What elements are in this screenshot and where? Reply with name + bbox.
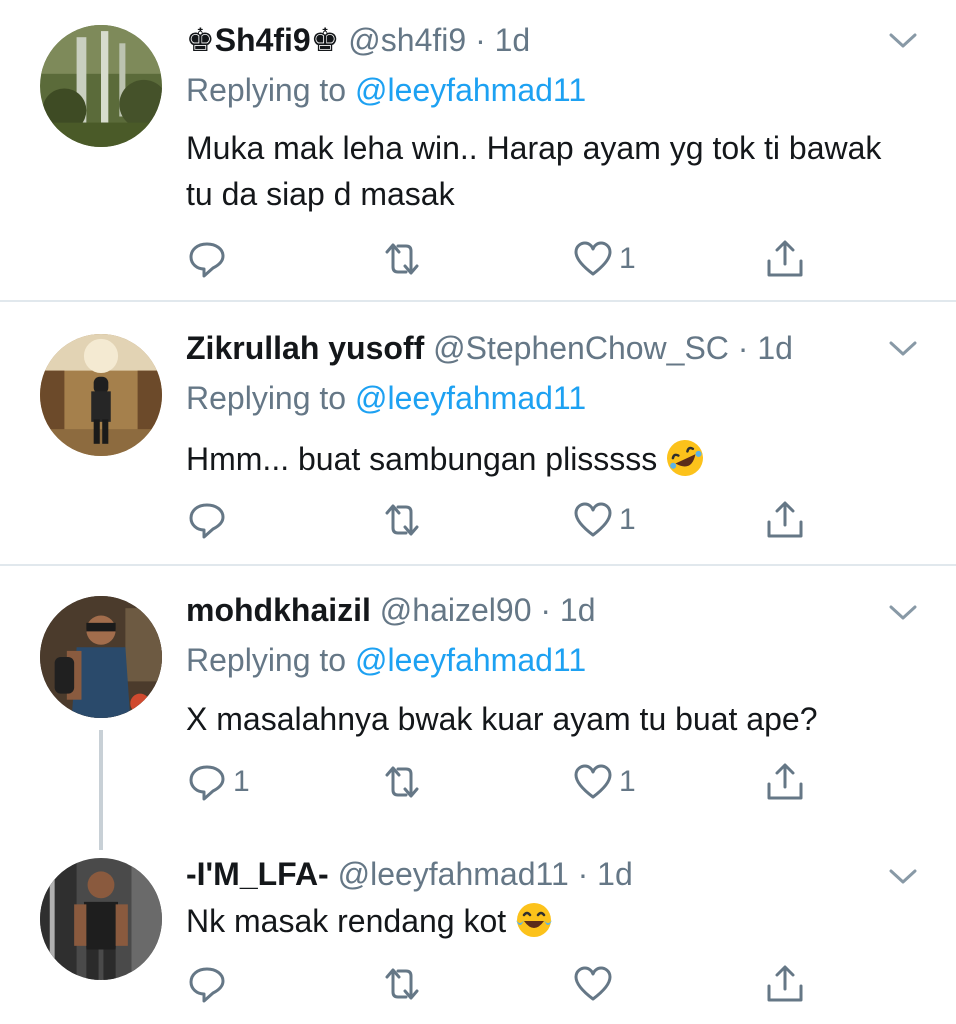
tweet-text: Muka mak leha win.. Harap ayam yg tok ti… [186,130,882,212]
separator-dot: · [540,592,552,628]
mention-link[interactable]: @leeyfahmad11 [355,380,586,416]
avatar[interactable] [40,25,162,147]
share-icon [767,501,803,538]
retweet-button[interactable] [382,237,428,281]
display-name[interactable]: -I'M_LFA- [186,856,329,892]
display-name[interactable]: mohdkhaizil [186,592,371,628]
reply-icon [189,765,225,801]
timestamp[interactable]: 1d [560,592,596,628]
display-name[interactable]: ♚Sh4fi9♚ [186,22,339,58]
tweet-text: X masalahnya bwak kuar ayam tu buat ape? [186,701,818,737]
share-icon [767,763,803,800]
avatar[interactable] [40,334,162,456]
share-icon [767,965,803,1002]
tweet[interactable]: mohdkhaizil @haizel90 · 1d Replying to @… [0,566,956,850]
reply-button[interactable] [187,498,233,542]
like-count: 1 [619,765,636,798]
reply-button[interactable] [187,962,233,1006]
like-count: 1 [619,242,636,275]
tweet-text-content: Nk masak rendang kot [186,903,507,939]
mention-link[interactable]: @leeyfahmad11 [355,642,586,678]
timestamp[interactable]: 1d [757,330,793,366]
retweet-icon [385,968,419,1000]
like-button[interactable]: 1 [573,498,636,542]
tweet[interactable]: -I'M_LFA- @leeyfahmad11 · 1d Nk masak re… [0,836,956,1024]
like-button[interactable]: 1 [573,760,636,804]
retweet-icon [385,766,419,798]
chevron-down-icon[interactable] [888,30,918,50]
reply-icon [189,967,225,1003]
replying-to-label: Replying to [186,642,347,678]
replying-to-label: Replying to [186,72,347,108]
reply-icon [189,503,225,539]
replying-to-label: Replying to [186,380,347,416]
heart-icon [574,502,612,537]
tweet-header: Zikrullah yusoff @StephenChow_SC · 1d [186,328,793,368]
retweet-button[interactable] [382,962,428,1006]
replying-to: Replying to @leeyfahmad11 [186,378,586,418]
heart-icon [574,241,612,276]
avatar[interactable] [40,858,162,980]
retweet-button[interactable] [382,498,428,542]
share-button[interactable] [765,760,805,804]
avatar[interactable] [40,596,162,718]
heart-icon [574,764,612,799]
like-count: 1 [619,503,636,536]
user-handle[interactable]: @sh4fi9 [348,22,466,58]
share-icon [767,240,803,277]
user-handle[interactable]: @StephenChow_SC [433,330,729,366]
chevron-down-icon[interactable] [888,866,918,886]
tweet-text: Hmm... buat sambungan plisssss [186,436,906,482]
tweet-text-content: Hmm... buat sambungan plisssss [186,441,658,477]
thread-connector [99,730,103,850]
tweet-header: mohdkhaizil @haizel90 · 1d [186,590,596,630]
like-button[interactable] [573,962,619,1006]
retweet-button[interactable] [382,760,428,804]
share-button[interactable] [765,237,805,281]
tears-of-joy-emoji-icon [516,903,553,937]
timestamp[interactable]: 1d [495,22,531,58]
display-name[interactable]: Zikrullah yusoff [186,330,424,366]
separator-dot: · [577,856,589,892]
retweet-icon [385,243,419,275]
separator-dot: · [737,330,749,366]
timestamp[interactable]: 1d [597,856,633,892]
reply-button[interactable]: 1 [187,760,250,804]
tweet-header: -I'M_LFA- @leeyfahmad11 · 1d [186,854,633,894]
mention-link[interactable]: @leeyfahmad11 [355,72,586,108]
tweet[interactable]: Zikrullah yusoff @StephenChow_SC · 1d Re… [0,302,956,564]
replying-to: Replying to @leeyfahmad11 [186,70,586,110]
share-button[interactable] [765,498,805,542]
reply-icon [189,242,225,278]
chevron-down-icon[interactable] [888,338,918,358]
reply-count: 1 [233,765,250,798]
rofl-emoji-icon [667,440,704,476]
user-handle[interactable]: @haizel90 [380,592,532,628]
replying-to: Replying to @leeyfahmad11 [186,640,586,680]
heart-icon [574,966,612,1001]
user-handle[interactable]: @leeyfahmad11 [338,856,569,892]
retweet-icon [385,504,419,536]
tweet-text: Nk masak rendang kot [186,898,906,944]
tweet[interactable]: ♚Sh4fi9♚ @sh4fi9 · 1d Replying to @leeyf… [0,0,956,300]
separator-dot: · [475,22,486,58]
chevron-down-icon[interactable] [888,602,918,622]
like-button[interactable]: 1 [573,237,636,281]
share-button[interactable] [765,962,805,1006]
reply-button[interactable] [187,237,233,281]
tweet-header: ♚Sh4fi9♚ @sh4fi9 · 1d [186,20,530,60]
